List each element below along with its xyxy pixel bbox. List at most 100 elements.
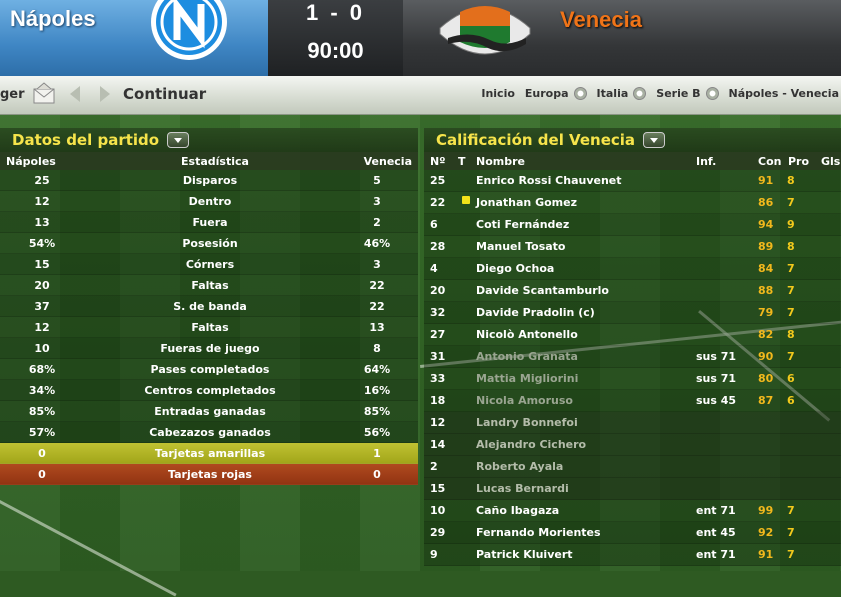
stat-label: Tarjetas amarillas xyxy=(154,447,266,460)
player-rating: 8 xyxy=(787,240,795,253)
header-con[interactable]: Con xyxy=(758,155,781,168)
manager-menu-label[interactable]: ger xyxy=(0,87,25,102)
player-row[interactable]: 14 Alejandro Cichero xyxy=(424,434,841,456)
home-value: 25 xyxy=(34,174,50,187)
player-rating: 7 xyxy=(787,262,795,275)
player-row[interactable]: 10 Caño Ibagaza ent 71 99 7 xyxy=(424,500,841,522)
home-value: 20 xyxy=(34,279,50,292)
away-value: 13 xyxy=(369,321,385,334)
player-condition: 94 xyxy=(758,218,774,231)
away-value: 16% xyxy=(363,384,391,397)
stats-row: 12 Dentro 3 xyxy=(0,191,418,212)
home-team-name: Nápoles xyxy=(10,6,96,31)
player-number: 22 xyxy=(430,196,446,209)
stats-row: 34% Centros completados 16% xyxy=(0,380,418,401)
player-row[interactable]: 12 Landry Bonnefoi xyxy=(424,412,841,434)
player-name[interactable]: Patrick Kluivert xyxy=(476,548,573,561)
away-value: 1 xyxy=(373,447,381,460)
breadcrumb-match[interactable]: Nápoles - Venecia xyxy=(729,87,839,100)
player-name[interactable]: Roberto Ayala xyxy=(476,460,563,473)
player-condition: 99 xyxy=(758,504,774,517)
player-name[interactable]: Caño Ibagaza xyxy=(476,504,559,517)
player-name[interactable]: Nicolò Antonello xyxy=(476,328,578,341)
player-row[interactable]: 2 Roberto Ayala xyxy=(424,456,841,478)
stat-label: Pases completados xyxy=(150,363,270,376)
player-condition: 91 xyxy=(758,174,774,187)
navigation-bar: ger Continuar Inicio Europa Italia Serie… xyxy=(0,76,841,115)
header-gls[interactable]: Gls xyxy=(821,155,840,168)
stats-row: 85% Entradas ganadas 85% xyxy=(0,401,418,422)
dropdown-dot-icon[interactable] xyxy=(633,87,647,100)
dropdown-dot-icon[interactable] xyxy=(573,87,587,100)
stats-row: 13 Fuera 2 xyxy=(0,212,418,233)
home-value: 85% xyxy=(28,405,56,418)
player-row[interactable]: 29 Fernando Morientes ent 45 92 7 xyxy=(424,522,841,544)
header-name[interactable]: Nombre xyxy=(476,155,525,168)
stats-title: Datos del partido xyxy=(12,131,160,149)
player-name[interactable]: Mattia Migliorini xyxy=(476,372,578,385)
breadcrumb-italia[interactable]: Italia xyxy=(597,87,647,100)
ratings-dropdown-button[interactable] xyxy=(643,132,666,148)
player-name[interactable]: Nicola Amoruso xyxy=(476,394,573,407)
player-name[interactable]: Lucas Bernardi xyxy=(476,482,569,495)
player-name[interactable]: Davide Pradolin (c) xyxy=(476,306,595,319)
away-value: 0 xyxy=(373,468,381,481)
player-row[interactable]: 6 Coti Fernández 94 9 xyxy=(424,214,841,236)
player-row[interactable]: 9 Patrick Kluivert ent 71 91 7 xyxy=(424,544,841,566)
player-condition: 91 xyxy=(758,548,774,561)
player-number: 32 xyxy=(430,306,446,319)
back-arrow-icon[interactable] xyxy=(68,85,82,103)
breadcrumb-inicio[interactable]: Inicio xyxy=(481,87,515,100)
player-row[interactable]: 20 Davide Scantamburlo 88 7 xyxy=(424,280,841,302)
player-row[interactable]: 15 Lucas Bernardi xyxy=(424,478,841,500)
player-row[interactable]: 27 Nicolò Antonello 82 8 xyxy=(424,324,841,346)
header-number[interactable]: Nº xyxy=(430,155,445,168)
player-row[interactable]: 4 Diego Ochoa 84 7 xyxy=(424,258,841,280)
stats-row: 25 Disparos 5 xyxy=(0,170,418,191)
forward-arrow-icon[interactable] xyxy=(98,85,112,103)
player-row[interactable]: 32 Davide Pradolin (c) 79 7 xyxy=(424,302,841,324)
stats-row: 10 Fueras de juego 8 xyxy=(0,338,418,359)
player-row[interactable]: 18 Nicola Amoruso sus 45 87 6 xyxy=(424,390,841,412)
dropdown-dot-icon[interactable] xyxy=(705,87,719,100)
header-t[interactable]: T xyxy=(458,155,466,168)
player-condition: 88 xyxy=(758,284,774,297)
player-name[interactable]: Manuel Tosato xyxy=(476,240,565,253)
player-name[interactable]: Enrico Rossi Chauvenet xyxy=(476,174,622,187)
stats-row: 15 Córners 3 xyxy=(0,254,418,275)
stats-dropdown-button[interactable] xyxy=(167,132,190,148)
header-stat[interactable]: Estadística xyxy=(160,155,270,168)
player-name[interactable]: Antonio Granata xyxy=(476,350,578,363)
player-number: 9 xyxy=(430,548,438,561)
stat-label: Posesión xyxy=(182,237,238,250)
continue-button[interactable]: Continuar xyxy=(123,85,206,103)
breadcrumb-label: Europa xyxy=(524,87,569,100)
player-rating: 6 xyxy=(787,372,795,385)
player-row[interactable]: 28 Manuel Tosato 89 8 xyxy=(424,236,841,258)
player-name[interactable]: Diego Ochoa xyxy=(476,262,554,275)
match-stats-panel: Datos del partido Nápoles Estadística Ve… xyxy=(0,128,418,485)
home-value: 37 xyxy=(34,300,50,313)
player-row[interactable]: 33 Mattia Migliorini sus 71 80 6 xyxy=(424,368,841,390)
header-inf[interactable]: Inf. xyxy=(696,155,716,168)
player-name[interactable]: Coti Fernández xyxy=(476,218,569,231)
mail-icon[interactable] xyxy=(33,82,55,106)
breadcrumb-serie-b[interactable]: Serie B xyxy=(656,87,719,100)
away-value: 64% xyxy=(363,363,391,376)
player-name[interactable]: Landry Bonnefoi xyxy=(476,416,578,429)
breadcrumb-europa[interactable]: Europa xyxy=(525,87,587,100)
home-value: 0 xyxy=(38,447,46,460)
player-name[interactable]: Fernando Morientes xyxy=(476,526,601,539)
player-number: 4 xyxy=(430,262,438,275)
player-row[interactable]: 25 Enrico Rossi Chauvenet 91 8 xyxy=(424,170,841,192)
header-pro[interactable]: Pro xyxy=(788,155,809,168)
player-name[interactable]: Alejandro Cichero xyxy=(476,438,586,451)
player-row[interactable]: 22 Jonathan Gomez 86 7 xyxy=(424,192,841,214)
player-number: 2 xyxy=(430,460,438,473)
player-name[interactable]: Jonathan Gomez xyxy=(476,196,577,209)
home-crest-icon xyxy=(151,0,227,60)
home-value: 13 xyxy=(34,216,50,229)
player-condition: 92 xyxy=(758,526,774,539)
player-row[interactable]: 31 Antonio Granata sus 71 90 7 xyxy=(424,346,841,368)
player-name[interactable]: Davide Scantamburlo xyxy=(476,284,609,297)
